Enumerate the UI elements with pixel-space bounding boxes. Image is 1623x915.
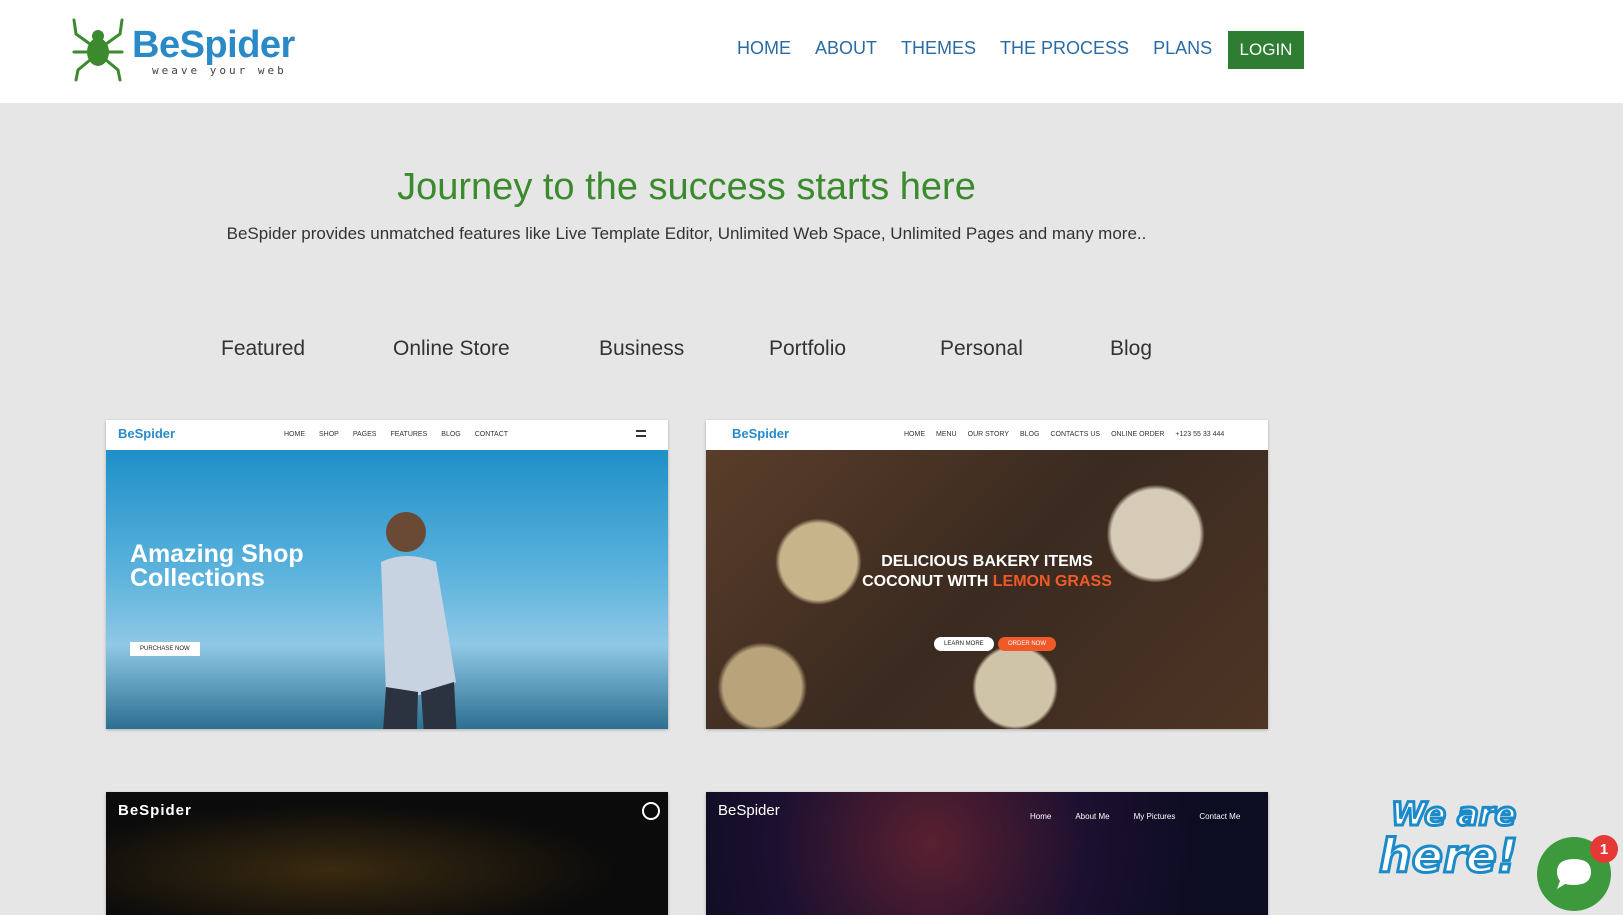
learn-more-button: LEARN MORE [934, 637, 994, 651]
card-nav-item: PAGES [352, 431, 377, 438]
nav-about[interactable]: ABOUT [815, 38, 877, 59]
card-hero-image [706, 792, 1268, 915]
order-now-button: ORDER NOW [998, 637, 1056, 651]
card-title-line2: COCONUT WITH LEMON GRASS [706, 572, 1268, 592]
card-nav-item: My Pictures [1133, 812, 1176, 821]
tab-featured[interactable]: Featured [221, 337, 305, 361]
card-logo: BeSpider [732, 426, 790, 441]
card-hero-image: DELICIOUS BAKERY ITEMS COCONUT WITH LEMO… [706, 450, 1268, 729]
nav-themes[interactable]: THEMES [901, 38, 976, 59]
card-nav: Home About Me My Pictures Contact Me [1030, 812, 1240, 821]
card-topbar: BeSpider HOME MENU OUR STORY BLOG CONTAC… [706, 420, 1268, 450]
card-nav-item: FEATURES [390, 431, 428, 438]
card-nav-item: Home [1030, 812, 1052, 821]
hero-title: Journey to the success starts here [397, 166, 976, 208]
nav-home[interactable]: HOME [737, 38, 791, 59]
tab-business[interactable]: Business [599, 337, 684, 361]
card-nav-item: CONTACTS US [1050, 431, 1101, 438]
logo-tagline: weave your web [152, 64, 287, 77]
card-nav-item: Contact Me [1199, 812, 1241, 821]
hamburger-icon [636, 430, 646, 437]
menu-icon [642, 802, 660, 820]
card-title-line1: Amazing Shop [130, 540, 304, 568]
nav-plans[interactable]: PLANS [1153, 38, 1212, 59]
purchase-now-button: PURCHASE NOW [130, 642, 200, 656]
tab-online-store[interactable]: Online Store [393, 337, 510, 361]
tab-portfolio[interactable]: Portfolio [769, 337, 846, 361]
card-topbar: BeSpider HOME SHOP PAGES FEATURES BLOG C… [106, 420, 668, 450]
logo-text: BeSpider [132, 24, 295, 66]
card-logo: BeSpider [718, 802, 780, 819]
card-nav-item: MENU [936, 431, 957, 438]
hero-subtitle: BeSpider provides unmatched features lik… [226, 224, 1147, 243]
site-header: BeSpider weave your web HOME ABOUT THEME… [0, 0, 1623, 103]
card-title-line2a: COCONUT WITH [862, 573, 993, 590]
theme-card-bakery[interactable]: BeSpider HOME MENU OUR STORY BLOG CONTAC… [706, 420, 1268, 729]
card-nav-item: BLOG [441, 431, 461, 438]
card-nav-item: +123 55 33 444 [1175, 431, 1225, 438]
card-logo: BeSpider [118, 802, 192, 819]
bespider-logo[interactable]: BeSpider weave your web [70, 14, 302, 84]
card-nav-item: OUR STORY [967, 431, 1009, 438]
card-nav-item: BLOG [1020, 431, 1040, 438]
card-nav: HOME SHOP PAGES FEATURES BLOG CONTACT [284, 431, 508, 438]
we-are-here-icon: We are here! [1378, 794, 1520, 885]
card-nav: HOME MENU OUR STORY BLOG CONTACTS US ONL… [904, 431, 1224, 438]
we-are-here-badge[interactable]: We are here! [1371, 790, 1551, 885]
nav-the-process[interactable]: THE PROCESS [1000, 38, 1129, 59]
theme-card-night[interactable]: BeSpider [106, 792, 668, 915]
card-nav-item: ONLINE ORDER [1111, 431, 1165, 438]
main-nav: HOME ABOUT THEMES THE PROCESS PLANS [737, 38, 1236, 59]
card-logo: BeSpider [118, 426, 176, 441]
card-title-line1: DELICIOUS BAKERY ITEMS [881, 553, 1093, 570]
card-nav-item: HOME [284, 431, 305, 438]
tab-personal[interactable]: Personal [940, 337, 1023, 361]
chat-notification-badge: 1 [1590, 835, 1618, 863]
spider-icon [72, 18, 124, 82]
theme-card-personal[interactable]: BeSpider Home About Me My Pictures Conta… [706, 792, 1268, 915]
card-title-line2: Collections [130, 564, 265, 592]
login-button[interactable]: LOGIN [1228, 31, 1304, 69]
card-hero-image: Amazing Shop Collections PURCHASE NOW [106, 450, 668, 729]
card-nav-item: HOME [904, 431, 925, 438]
model-figure-icon [381, 512, 457, 729]
badge-line-1: We are [1391, 795, 1516, 833]
card-nav-item: SHOP [319, 431, 339, 438]
theme-card-shop[interactable]: BeSpider HOME SHOP PAGES FEATURES BLOG C… [106, 420, 668, 729]
card-title-line2b: LEMON GRASS [992, 573, 1112, 590]
tab-blog[interactable]: Blog [1110, 337, 1152, 361]
card-nav-item: CONTACT [474, 431, 509, 438]
card-nav-item: About Me [1075, 812, 1110, 821]
badge-line-2: here! [1379, 829, 1518, 880]
